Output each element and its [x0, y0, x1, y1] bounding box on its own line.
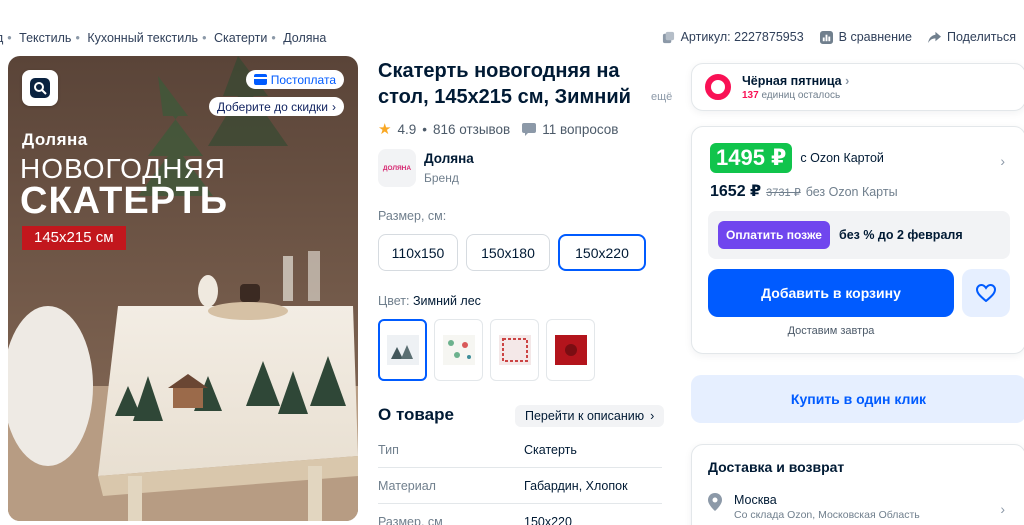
color-label: Цвет: Зимний лес: [378, 294, 481, 308]
chevron-right-icon: ›: [845, 73, 850, 88]
breadcrumb-item[interactable]: Кухонный текстиль: [87, 31, 198, 45]
spec-row: Тип Скатерть: [378, 432, 662, 468]
delivery-title: Доставка и возврат: [708, 459, 845, 475]
article-number[interactable]: Артикул: 2227875953: [662, 30, 804, 44]
color-swatch-selected[interactable]: [378, 319, 427, 381]
reviews-link[interactable]: 816 отзывов: [433, 122, 510, 137]
breadcrumb-item[interactable]: Скатерти: [214, 31, 267, 45]
price-card: 1495 ₽ с Ozon Картой › 1652 ₽ 3731 ₽ без…: [691, 126, 1024, 354]
questions-link[interactable]: 11 вопросов: [542, 122, 618, 137]
product-title: Скатерть новогодняя на стол, 145х215 см,…: [378, 60, 631, 108]
brand-caption: Бренд: [424, 171, 459, 185]
brand-logo: ДОЛЯНА: [378, 149, 416, 187]
shop-badge[interactable]: [22, 70, 58, 106]
brand-name: Доляна: [424, 151, 474, 166]
color-swatch[interactable]: [546, 319, 595, 381]
rating-row[interactable]: ★ 4.9 • 816 отзывов 11 вопросов: [378, 120, 618, 138]
copy-icon: [662, 31, 674, 43]
product-image[interactable]: Постоплата Доберите до скидки › Доляна Н…: [8, 56, 358, 521]
color-value: Зимний лес: [412, 294, 481, 308]
regular-price: 1652 ₽ 3731 ₽ без Ozon Карты: [710, 183, 898, 200]
size-option[interactable]: 110x150: [378, 234, 458, 271]
promo-brand: Доляна: [22, 130, 88, 149]
compare-icon: [819, 30, 833, 44]
specs-table: Тип Скатерть Материал Габардин, Хлопок Р…: [378, 432, 662, 525]
breadcrumb-item[interactable]: д: [0, 31, 3, 45]
breadcrumb-item[interactable]: Текстиль: [19, 31, 71, 45]
tablecloth-photo: [8, 56, 358, 521]
discount-pill[interactable]: Доберите до скидки ›: [208, 97, 344, 116]
share-icon: [927, 31, 941, 43]
black-friday-banner[interactable]: Чёрная пятница › 137 единиц осталось: [691, 63, 1024, 111]
postpay-pill[interactable]: Постоплата: [245, 70, 344, 89]
promo-size-tag: 145x215 см: [22, 226, 126, 250]
breadcrumb: д• Текстиль• Кухонный текстиль• Скатерти…: [0, 31, 326, 45]
star-icon: ★: [378, 121, 392, 138]
size-label: Размер, см:: [378, 209, 447, 223]
rating-value: 4.9: [397, 121, 417, 137]
delivery-warehouse: Со склада Ozon, Московская Область: [734, 509, 920, 521]
color-swatch[interactable]: [434, 319, 483, 381]
add-to-cart-button[interactable]: Добавить в корзину: [708, 269, 954, 317]
color-swatches: [378, 319, 595, 381]
share-button[interactable]: Поделиться: [927, 30, 1016, 44]
goto-description-button[interactable]: Перейти к описанию ›: [515, 405, 665, 427]
color-swatch[interactable]: [490, 319, 539, 381]
promo-line-2: СКАТЕРТЬ: [20, 180, 229, 222]
delivery-city: Москва: [734, 493, 777, 507]
chevron-right-icon[interactable]: ›: [1000, 153, 1005, 169]
about-title: О товаре: [378, 405, 454, 424]
heart-icon: [976, 284, 996, 302]
shop-logo-icon: [30, 78, 50, 98]
swatch-thumbnail: [442, 335, 475, 365]
size-option[interactable]: 150x180: [466, 234, 550, 271]
black-friday-icon: [705, 74, 731, 100]
swatch-thumbnail: [386, 335, 419, 365]
pay-later-block[interactable]: Оплатить позже без % до 2 февраля: [708, 211, 1010, 259]
top-actions: Артикул: 2227875953 В сравнение Поделить…: [662, 30, 1016, 44]
brand-block[interactable]: ДОЛЯНА Доляна Бренд: [378, 149, 474, 187]
buy-one-click-button[interactable]: Купить в один клик: [691, 375, 1024, 423]
card-icon: [253, 74, 267, 85]
favorite-button[interactable]: [962, 269, 1010, 317]
delivery-card: Доставка и возврат Москва Со склада Ozon…: [691, 444, 1024, 525]
compare-button[interactable]: В сравнение: [819, 30, 912, 44]
ozon-card-price[interactable]: 1495 ₽ с Ozon Картой: [710, 143, 884, 173]
questions-icon: [522, 122, 537, 136]
chevron-right-icon[interactable]: ›: [1000, 501, 1005, 517]
delivery-note: Доставим завтра: [787, 325, 875, 337]
breadcrumb-item[interactable]: Доляна: [283, 31, 326, 45]
size-option-selected[interactable]: 150x220: [558, 234, 646, 271]
title-more-link[interactable]: ещё: [637, 91, 673, 103]
chevron-right-icon: ›: [650, 409, 655, 423]
spec-row: Материал Габардин, Хлопок: [378, 468, 662, 504]
size-selector: 110x150 150x180 150x220: [378, 234, 646, 271]
pay-later-button[interactable]: Оплатить позже: [718, 221, 830, 249]
spec-row: Размер, см 150x220: [378, 504, 662, 525]
location-pin-icon: [708, 493, 722, 511]
swatch-thumbnail: [498, 335, 531, 365]
swatch-thumbnail: [554, 335, 587, 365]
delivery-location[interactable]: Москва Со склада Ozon, Московская Област…: [708, 493, 920, 521]
chevron-right-icon: ›: [332, 99, 336, 114]
